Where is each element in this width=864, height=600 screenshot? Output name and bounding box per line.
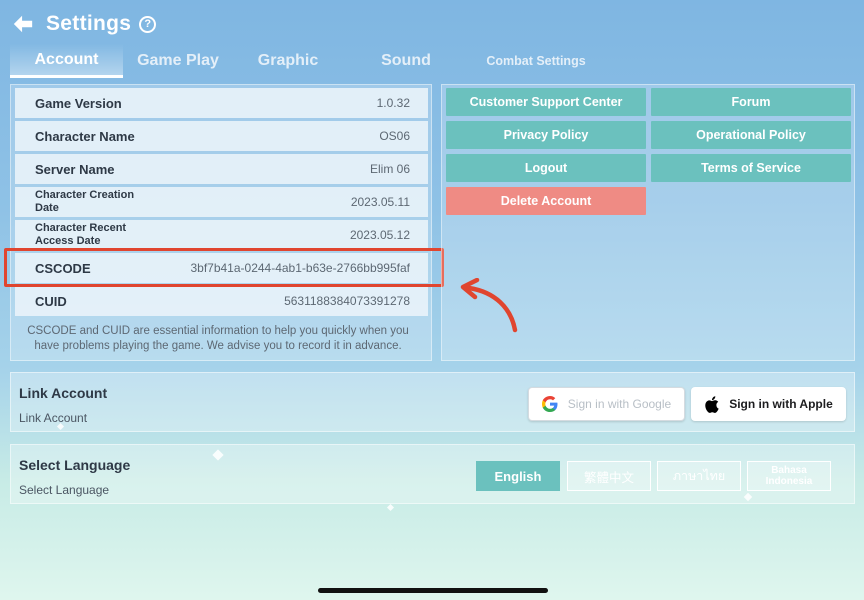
sparkle-icon bbox=[386, 503, 395, 512]
home-indicator[interactable] bbox=[318, 588, 548, 593]
page-title: Settings bbox=[46, 12, 132, 35]
info-row-game-version: Game Version 1.0.32 bbox=[15, 88, 428, 118]
delete-account-button[interactable]: Delete Account bbox=[446, 187, 646, 215]
info-row-recent-access-date: Character Recent Access Date 2023.05.12 bbox=[15, 220, 428, 250]
link-account-section: Link Account Link Account Sign in with G… bbox=[10, 372, 855, 432]
header: Settings ? bbox=[12, 8, 157, 40]
info-value: 2023.05.12 bbox=[349, 228, 410, 242]
section-subtitle: Select Language bbox=[19, 483, 110, 497]
google-icon bbox=[541, 396, 558, 412]
info-row-cuid: CUID 5631188384073391278 bbox=[15, 286, 428, 316]
settings-tabs: Account Game Play Graphic Sound Combat S… bbox=[10, 44, 603, 78]
info-label: CUID bbox=[35, 293, 67, 309]
info-label: Server Name bbox=[35, 161, 115, 177]
tab-sound[interactable]: Sound bbox=[343, 44, 469, 78]
apple-label: Sign in with Apple bbox=[729, 397, 833, 411]
info-label: Character Name bbox=[35, 128, 135, 144]
info-row-server-name: Server Name Elim 06 bbox=[15, 154, 428, 184]
info-label: Character Recent Access Date bbox=[35, 222, 127, 247]
info-label: Game Version bbox=[35, 95, 122, 111]
terms-of-service-button[interactable]: Terms of Service bbox=[651, 154, 851, 182]
language-option-thai[interactable]: ภาษาไทย bbox=[657, 461, 741, 491]
section-title: Select Language bbox=[19, 457, 131, 473]
forum-button[interactable]: Forum bbox=[651, 88, 851, 116]
section-subtitle: Link Account bbox=[19, 411, 88, 425]
cuid-value: 5631188384073391278 bbox=[284, 294, 410, 308]
arrow-left-icon[interactable] bbox=[12, 12, 36, 36]
language-option-bahasa-indonesia[interactable]: Bahasa Indonesia bbox=[747, 461, 831, 491]
language-option-english[interactable]: English bbox=[476, 461, 560, 491]
info-value: 2023.05.11 bbox=[350, 195, 410, 209]
tab-graphic[interactable]: Graphic bbox=[233, 44, 343, 78]
customer-support-button[interactable]: Customer Support Center bbox=[446, 88, 646, 116]
operational-policy-button[interactable]: Operational Policy bbox=[651, 121, 851, 149]
select-language-section: Select Language Select Language English … bbox=[10, 444, 855, 504]
info-row-creation-date: Character Creation Date 2023.05.11 bbox=[15, 187, 428, 217]
info-note: CSCODE and CUID are essential informatio… bbox=[27, 325, 409, 352]
language-option-traditional-chinese[interactable]: 繁體中文 bbox=[567, 461, 651, 491]
info-value: OS06 bbox=[379, 129, 410, 143]
help-icon[interactable]: ? bbox=[139, 15, 157, 33]
logout-button[interactable]: Logout bbox=[446, 154, 646, 182]
cscode-highlight-box bbox=[4, 248, 444, 287]
apple-icon bbox=[704, 395, 719, 413]
info-row-character-name: Character Name OS06 bbox=[15, 121, 428, 151]
tab-account[interactable]: Account bbox=[10, 44, 123, 78]
section-title: Link Account bbox=[19, 385, 108, 401]
annotation-arrow-icon bbox=[460, 278, 518, 333]
account-info-panel: Game Version 1.0.32 Character Name OS06 … bbox=[10, 84, 432, 361]
sign-in-google-button[interactable]: Sign in with Google bbox=[528, 387, 685, 421]
sign-in-apple-button[interactable]: Sign in with Apple bbox=[691, 387, 846, 421]
info-label: Character Creation Date bbox=[35, 189, 135, 214]
tab-game-play[interactable]: Game Play bbox=[123, 44, 233, 78]
google-label: Sign in with Google bbox=[567, 397, 672, 411]
info-value: 1.0.32 bbox=[376, 96, 410, 110]
privacy-policy-button[interactable]: Privacy Policy bbox=[446, 121, 646, 149]
tab-combat-settings[interactable]: Combat Settings bbox=[469, 44, 603, 78]
info-value: Elim 06 bbox=[369, 162, 410, 176]
